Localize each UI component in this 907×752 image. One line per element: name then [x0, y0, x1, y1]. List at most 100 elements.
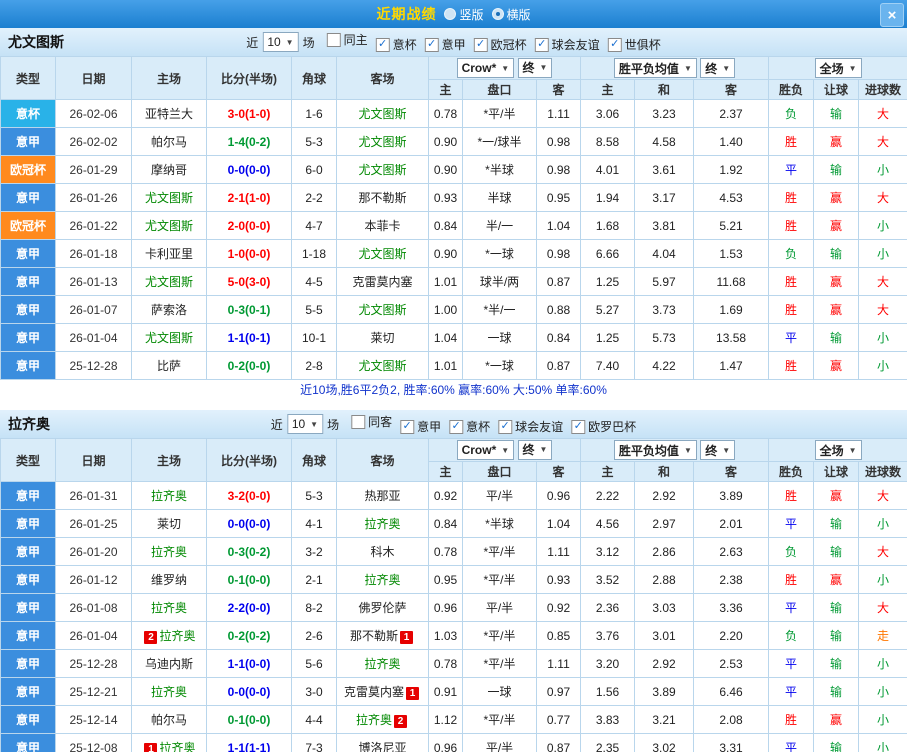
titlebar-center: 近期战绩 竖版 横版 [376, 4, 530, 24]
eu-home-odds-cell: 2.22 [580, 481, 636, 510]
ah-home-odds-cell: 1.01 [428, 267, 463, 296]
juventus-matches-table: 类型 日期 主场 比分(半场) 角球 客场 Crow* ▼ 终 ▼ 胜平负均值 ▼ 终… [0, 56, 907, 380]
filter-checkbox-同客[interactable]: 同客 [351, 413, 392, 430]
result-wdl-cell: 平 [768, 733, 815, 752]
match-row: 意甲 26-01-31 拉齐奥 3-2(0-0) 5-3 热那亚 0.92 平/半 0.96 2.… [0, 481, 907, 510]
team-label: 尤文图斯 [144, 191, 193, 205]
odds-average-select[interactable]: 胜平负均值 ▼ [613, 58, 697, 78]
full-match-select[interactable]: 全场 ▼ [814, 440, 862, 460]
filter-checkbox-意甲[interactable]: ✓ 意甲 [400, 418, 441, 435]
date-cell: 25-12-14 [55, 705, 132, 734]
eu-home-odds-cell: 3.52 [580, 565, 636, 594]
result-wdl-cell: 胜 [768, 267, 815, 296]
type-cell: 意杯 [0, 99, 56, 128]
odds-time-select[interactable]: 终 ▼ [517, 57, 553, 78]
away-team-cell: 莱切 [336, 323, 429, 352]
chevron-down-icon: ▼ [501, 63, 510, 73]
filter-checkbox-球会友谊[interactable]: ✓ 球会友谊 [534, 36, 600, 53]
radio-horizontal-layout[interactable]: 横版 [491, 6, 531, 23]
handicap-line-cell: *半球 [462, 509, 537, 538]
corner-cell: 3-0 [291, 677, 337, 706]
result-wdl-cell: 平 [768, 593, 815, 622]
home-team-cell: 卡利亚里 [131, 239, 207, 268]
team-label: 尤文图斯 [358, 135, 407, 149]
filter-label: 同主 [343, 33, 368, 47]
ah-away-odds-cell: 0.95 [535, 183, 582, 212]
filter-checkbox-意甲[interactable]: ✓ 意甲 [424, 36, 466, 53]
col-result-wdl: 胜负 [768, 461, 815, 482]
filter-checkbox-欧罗巴杯[interactable]: ✓ 欧罗巴杯 [571, 418, 636, 435]
eu-draw-odds-cell: 4.04 [634, 239, 695, 268]
team-label: 莱切 [156, 517, 181, 531]
score-cell: 0-2(0-2) [206, 621, 292, 650]
odds-average-select[interactable]: 胜平负均值 ▼ [613, 440, 697, 460]
col-ah-away: 客 [535, 461, 582, 482]
home-team-cell: 摩纳哥 [131, 155, 207, 184]
col-eu-draw: 和 [634, 79, 695, 100]
chevron-down-icon: ▼ [285, 37, 294, 47]
team-label: 科木 [370, 545, 395, 559]
team-label: 尤文图斯 [144, 275, 193, 289]
filter-label: 欧罗巴杯 [588, 420, 637, 434]
red-card-badge: 1 [406, 687, 419, 700]
filter-checkbox-球会友谊[interactable]: ✓ 球会友谊 [498, 418, 563, 435]
team-label: 拉齐奥 [159, 741, 196, 752]
home-team-cell: 尤文图斯 [131, 211, 207, 240]
away-team-cell: 尤文图斯 [336, 295, 429, 324]
filter-checkbox-意杯[interactable]: ✓ 意杯 [375, 36, 417, 53]
eu-draw-odds-cell: 2.92 [634, 649, 695, 678]
result-handicap-cell: 赢 [813, 351, 860, 380]
ah-away-odds-cell: 1.11 [535, 99, 582, 128]
handicap-line-cell: 一球 [462, 323, 537, 352]
result-goals-cell: 大 [858, 183, 907, 212]
col-ah-away: 客 [535, 79, 582, 100]
away-team-cell: 尤文图斯 [336, 239, 429, 268]
odds-provider-select[interactable]: Crow* ▼ [456, 58, 515, 79]
col-ah-line: 盘口 [462, 79, 537, 100]
result-wdl-cell: 平 [768, 649, 815, 678]
score-cell: 1-1(0-0) [206, 649, 292, 678]
result-wdl-cell: 平 [768, 323, 815, 352]
corner-cell: 4-5 [291, 267, 337, 296]
radio-vertical-layout[interactable]: 竖版 [444, 6, 484, 23]
result-goals-cell: 大 [858, 267, 907, 296]
odds-time-select[interactable]: 终 ▼ [700, 58, 736, 78]
recent-count-select[interactable]: 10 ▼ [286, 414, 324, 434]
filter-checkbox-同主[interactable]: 同主 [326, 31, 368, 48]
date-cell: 26-01-04 [55, 621, 132, 650]
odds-provider-select[interactable]: Crow* ▼ [456, 440, 515, 461]
date-cell: 25-12-28 [55, 649, 132, 678]
filter-label: 世俱杯 [624, 38, 661, 52]
result-goals-cell: 小 [858, 351, 907, 380]
recent-count-select[interactable]: 10 ▼ [262, 32, 299, 52]
score-cell: 0-0(0-0) [206, 155, 292, 184]
score-cell: 2-1(1-0) [206, 183, 292, 212]
ah-home-odds-cell: 0.84 [428, 211, 463, 240]
type-cell: 意甲 [0, 649, 56, 678]
result-wdl-cell: 胜 [768, 211, 815, 240]
filter-checkbox-欧冠杯[interactable]: ✓ 欧冠杯 [473, 36, 527, 53]
home-team-cell: 帕尔马 [131, 127, 207, 156]
checkbox-icon [326, 32, 341, 47]
date-cell: 26-01-08 [55, 593, 132, 622]
ah-home-odds-cell: 1.03 [428, 621, 463, 650]
result-goals-cell: 小 [858, 677, 907, 706]
eu-draw-odds-cell: 5.97 [634, 267, 695, 296]
close-icon[interactable]: × [880, 3, 904, 27]
eu-home-odds-cell: 4.56 [580, 509, 636, 538]
eu-draw-odds-cell: 2.88 [634, 565, 695, 594]
ah-home-odds-cell: 0.93 [428, 183, 463, 212]
corner-cell: 4-1 [291, 509, 337, 538]
odds-time-select[interactable]: 终 ▼ [700, 440, 736, 460]
odds-time-select[interactable]: 终 ▼ [517, 439, 553, 460]
red-card-badge: 1 [400, 631, 413, 644]
away-team-cell: 拉齐奥 2 [336, 705, 429, 734]
full-match-select[interactable]: 全场 ▼ [814, 58, 862, 78]
match-row: 意甲 26-01-04 2 拉齐奥 0-2(0-2) 2-6 那不勒斯 1 1.03 *平/半 0.… [0, 621, 907, 650]
col-date: 日期 [55, 56, 132, 100]
filter-checkbox-世俱杯[interactable]: ✓ 世俱杯 [607, 36, 661, 53]
chevron-down-icon: ▼ [722, 445, 731, 455]
match-row: 意甲 25-12-28 乌迪内斯 1-1(0-0) 5-6 拉齐奥 0.78 *平/半 1.11… [0, 649, 907, 678]
team-label: 热那亚 [364, 489, 401, 503]
filter-checkbox-意杯[interactable]: ✓ 意杯 [449, 418, 490, 435]
